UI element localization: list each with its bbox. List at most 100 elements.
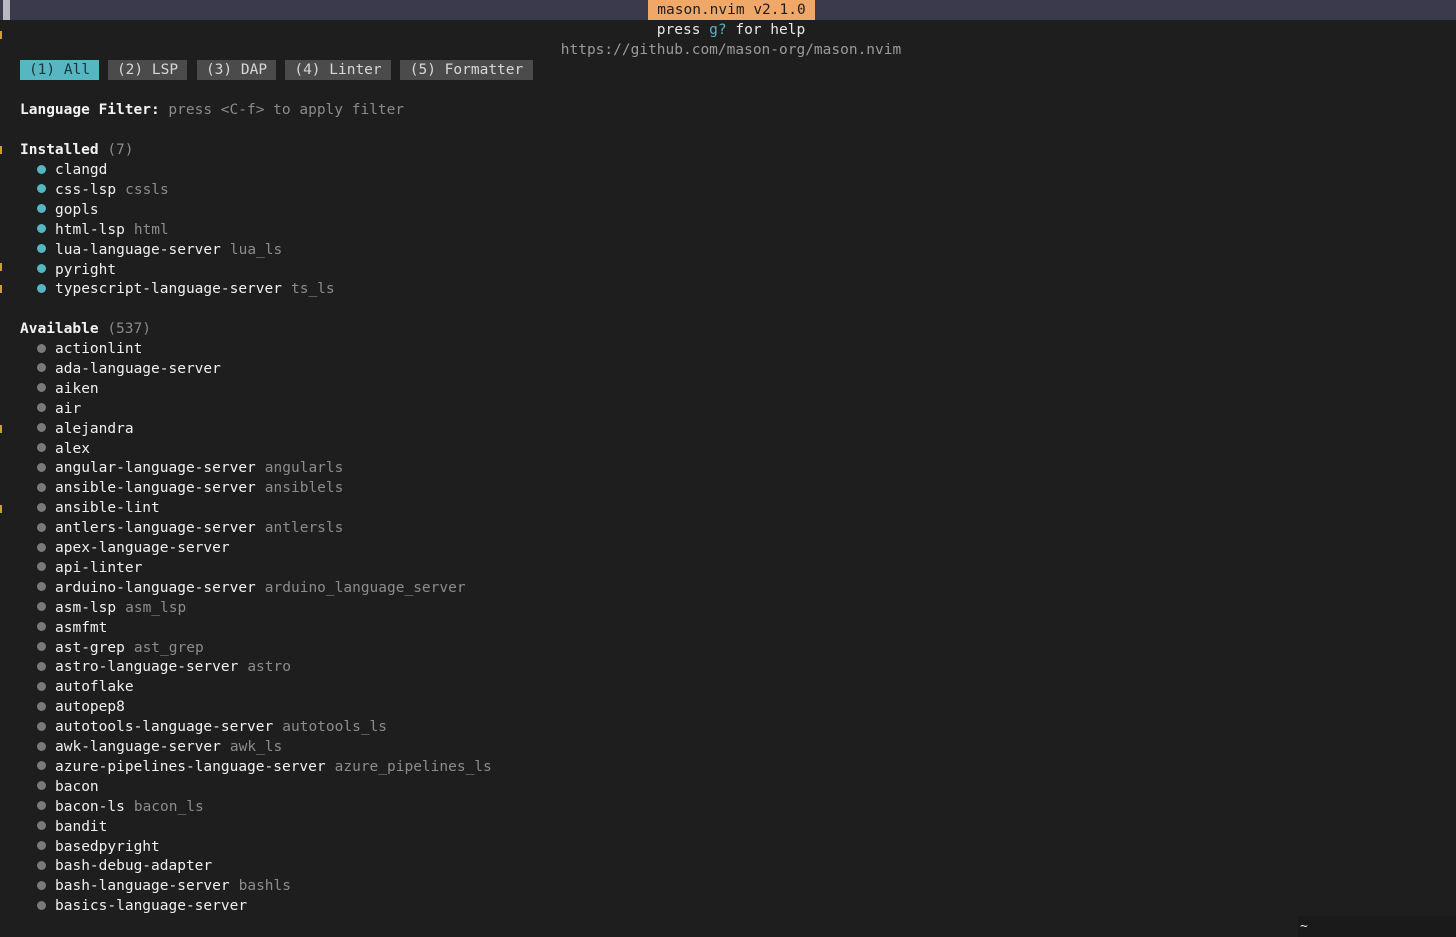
list-item[interactable]: asm-lsp asm_lsp [37,598,186,618]
list-item[interactable]: gopls [37,200,99,220]
list-item[interactable]: bash-language-server bashls [37,876,291,896]
gutter-mark [0,285,2,293]
list-item[interactable]: apex-language-server [37,538,230,558]
list-item[interactable]: ansible-language-server ansiblels [37,478,343,498]
help-prefix: press [656,22,710,38]
tab-linter[interactable]: (4) Linter [285,60,391,80]
tab-all[interactable]: (1) All [20,60,99,80]
list-item[interactable]: alejandra [37,419,134,439]
available-dot-icon [37,403,46,413]
available-dot-icon [37,443,46,452]
repo-url[interactable]: https://github.com/mason-org/mason.nvim [0,40,1456,60]
package-name: clangd [55,162,108,178]
available-dot-icon [37,482,46,492]
package-alias: awk_ls [229,739,283,755]
available-heading-label: Available [20,321,99,337]
list-item[interactable]: clangd [37,160,107,180]
list-item[interactable]: basics-language-server [37,896,247,916]
tab-lsp[interactable]: (2) LSP [108,60,187,80]
gutter-mark [0,31,2,39]
package-name: awk-language-server [55,739,221,755]
list-item[interactable]: ast-grep ast_grep [37,638,204,658]
package-name: ansible-language-server [55,480,256,497]
available-dot-icon [37,542,46,552]
gutter-mark [0,505,2,513]
list-item[interactable]: awk-language-server awk_ls [37,737,282,757]
list-item[interactable]: ansible-lint [37,498,160,518]
package-alias: arduino_language_server [264,579,466,596]
available-dot-icon [37,900,46,910]
list-item[interactable]: aiken [37,379,99,399]
language-filter-hint: press <C-f> to apply filter [168,102,405,118]
installed-dot-icon [37,244,46,254]
list-item[interactable]: bash-debug-adapter [37,856,212,876]
list-item[interactable]: ada-language-server [37,359,221,379]
package-name: apex-language-server [55,540,230,556]
package-alias: html [133,221,169,238]
package-name: actionlint [55,341,143,357]
list-item[interactable]: actionlint [37,339,142,359]
list-item[interactable]: bacon-ls bacon_ls [37,797,204,817]
help-suffix: for help [726,22,806,38]
installed-heading-label: Installed [20,142,99,158]
list-item[interactable]: api-linter [37,558,142,578]
available-dot-icon [37,423,46,433]
package-name: basedpyright [55,838,160,855]
package-name: astro-language-server [55,659,239,676]
tab-dap[interactable]: (3) DAP [197,60,276,80]
gutter-mark [0,263,2,271]
language-filter[interactable]: Language Filter: press <C-f> to apply fi… [20,100,404,120]
gutter-mark [0,146,2,154]
available-dot-icon [37,661,46,671]
tab-formatter[interactable]: (5) Formatter [400,60,533,80]
available-dot-icon [37,860,46,870]
package-name: arduino-language-server [55,579,256,596]
available-dot-icon [37,761,46,771]
package-name: autopep8 [55,699,125,716]
package-name: typescript-language-server [55,281,282,298]
package-name: aiken [55,380,99,397]
list-item[interactable]: css-lsp cssls [37,180,169,200]
list-item[interactable]: bacon [37,777,99,797]
installed-heading: Installed (7) [20,140,134,160]
list-item[interactable]: basedpyright [37,837,160,857]
package-name: ansible-lint [55,500,160,517]
available-dot-icon [37,801,46,811]
list-item[interactable]: typescript-language-server ts_ls [37,279,335,299]
package-name: ast-grep [55,639,125,656]
list-item[interactable]: lua-language-server lua_ls [37,240,282,260]
available-dot-icon [37,841,46,850]
available-dot-icon [37,502,46,512]
list-item[interactable]: autotools-language-server autotools_ls [37,717,387,737]
list-item[interactable]: arduino-language-server arduino_language_… [37,578,466,598]
package-name: gopls [55,201,99,218]
package-alias: azure_pipelines_ls [334,758,492,775]
help-key[interactable]: g? [709,22,726,38]
list-item[interactable]: autoflake [37,677,134,697]
list-item[interactable]: angular-language-server angularls [37,458,343,478]
list-item[interactable]: asmfmt [37,618,107,638]
list-item[interactable]: pyright [37,260,116,280]
package-name: ada-language-server [55,360,221,377]
list-item[interactable]: astro-language-server astro [37,657,291,677]
list-item[interactable]: bandit [37,817,107,837]
package-alias: asm_lsp [125,599,187,616]
installed-count: (7) [107,142,134,158]
list-item[interactable]: antlers-language-server antlersls [37,518,343,538]
list-item[interactable]: autopep8 [37,697,125,717]
package-name: autotools-language-server [55,719,274,736]
list-item[interactable]: html-lsp html [37,220,169,240]
package-name: html-lsp [55,221,125,238]
list-item[interactable]: alex [37,439,90,459]
package-alias: cssls [125,181,169,198]
package-name: air [55,400,82,417]
installed-dot-icon [37,264,46,273]
available-dot-icon [37,681,46,691]
help-hint: press g? for help [0,20,1456,40]
list-item[interactable]: azure-pipelines-language-server azure_pip… [37,757,492,777]
list-item[interactable]: air [37,399,81,419]
package-name: autoflake [55,679,134,696]
installed-dot-icon [37,184,46,194]
available-dot-icon [37,383,46,393]
app-title: mason.nvim v2.1.0 [648,0,815,20]
